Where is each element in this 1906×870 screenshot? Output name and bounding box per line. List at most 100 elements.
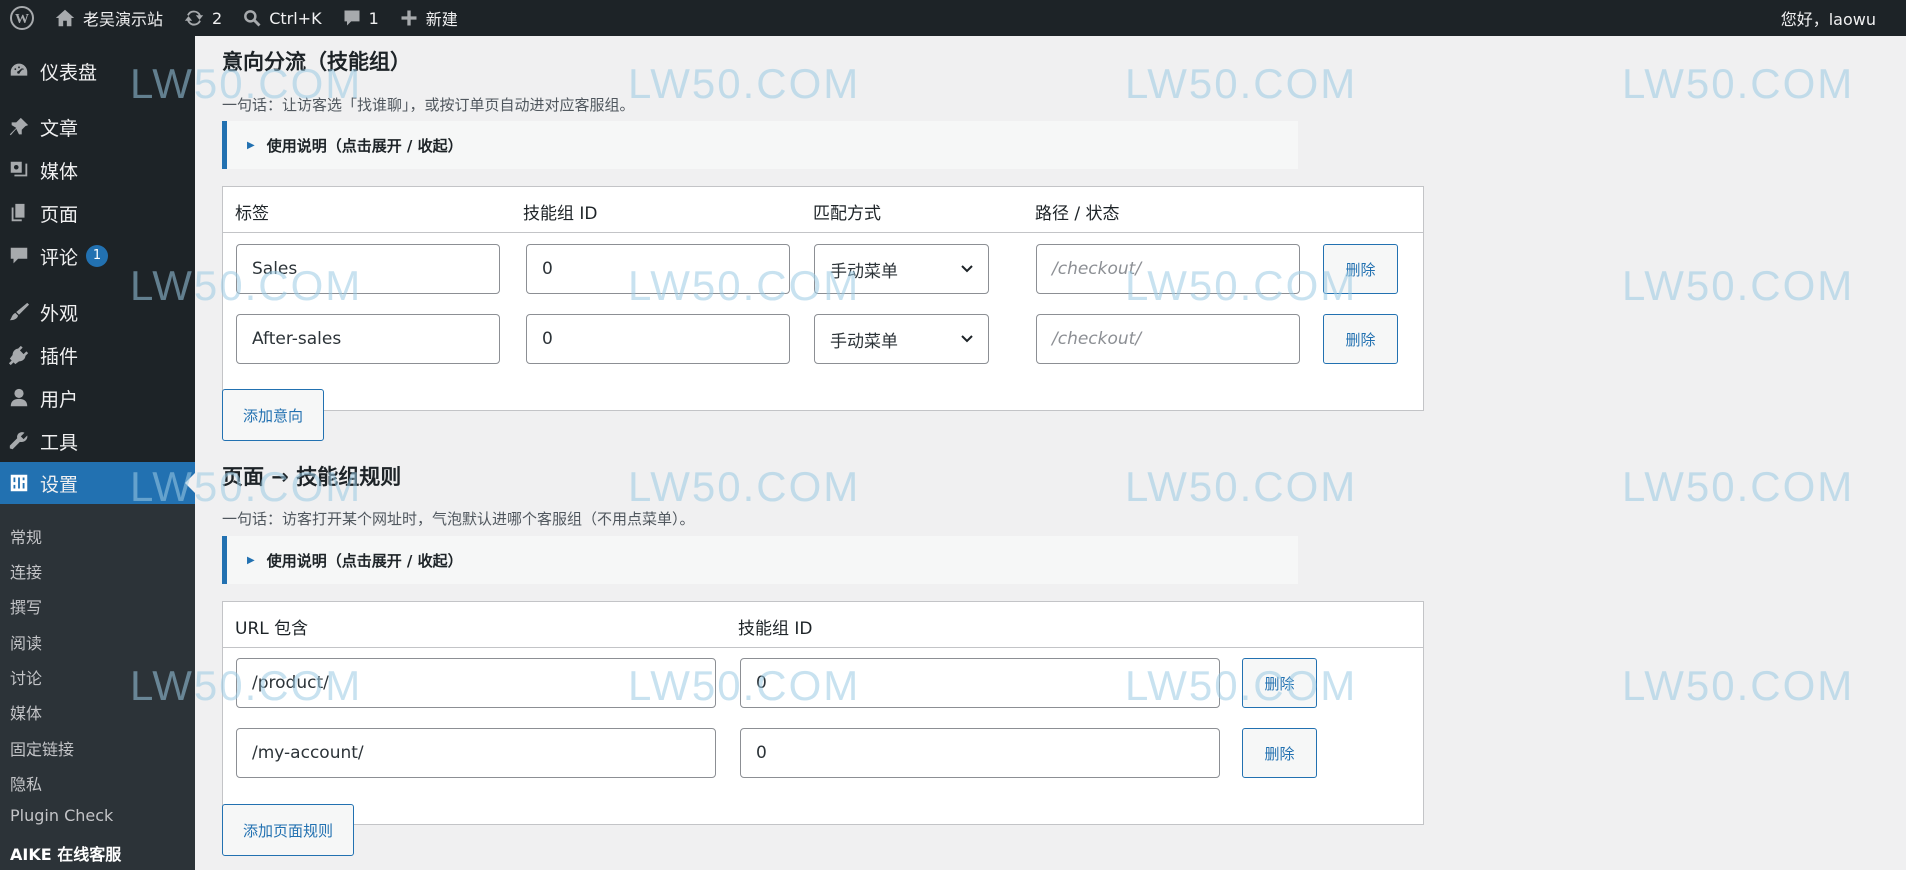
search-icon bbox=[244, 10, 261, 27]
home-icon bbox=[55, 9, 75, 27]
url-contains-input[interactable]: /product/ bbox=[236, 658, 716, 708]
comment-icon bbox=[10, 247, 28, 264]
usage-toggle-label: 使用说明（点击展开 / 收起） bbox=[266, 136, 463, 155]
page-rules-section-description: 一句话：访客打开某个网址时，气泡默认进哪个客服组（不用点菜单）。 bbox=[222, 510, 695, 528]
site-name-link[interactable]: 老吴演示站 bbox=[44, 0, 173, 36]
intent-label-input[interactable]: Sales bbox=[236, 244, 500, 294]
intent-path-input[interactable]: /checkout/ bbox=[1036, 244, 1300, 294]
settings-icon bbox=[10, 474, 28, 492]
chevron-down-icon bbox=[961, 335, 973, 343]
submenu-item-connection[interactable]: 连接 bbox=[10, 559, 42, 583]
dashboard-icon bbox=[10, 63, 28, 76]
page-rules-table: URL 包含 技能组 ID /product/ 0 删除 /my-account… bbox=[222, 601, 1424, 825]
intent-section-title: 意向分流（技能组） bbox=[222, 50, 411, 74]
table-header: URL 包含 技能组 ID bbox=[223, 602, 1423, 648]
comments-badge: 1 bbox=[86, 245, 109, 267]
menu-item-media[interactable]: 媒体 bbox=[0, 149, 195, 191]
watermark: LW50.COM bbox=[1622, 463, 1855, 510]
intent-match-select[interactable]: 手动菜单 bbox=[814, 244, 989, 294]
menu-item-appearance[interactable]: 外观 bbox=[0, 291, 195, 333]
plugin-icon bbox=[8, 345, 29, 366]
brush-icon bbox=[9, 302, 30, 321]
intent-table: 标签 技能组 ID 匹配方式 路径 / 状态 Sales 0 手动菜单 /che… bbox=[222, 186, 1424, 411]
menu-item-posts[interactable]: 文章 bbox=[0, 106, 195, 148]
table-header: 标签 技能组 ID 匹配方式 路径 / 状态 bbox=[223, 187, 1423, 233]
menu-item-users[interactable]: 用户 bbox=[0, 377, 195, 419]
user-icon bbox=[10, 388, 28, 407]
submenu-item-aike-chat[interactable]: AIKE 在线客服 bbox=[10, 841, 121, 865]
add-intent-button[interactable]: 添加意向 bbox=[222, 389, 325, 441]
watermark: LW50.COM bbox=[1622, 262, 1855, 309]
search-button[interactable]: Ctrl+K bbox=[232, 0, 331, 36]
disclosure-triangle-icon: ▶ bbox=[247, 554, 255, 566]
menu-item-tools[interactable]: 工具 bbox=[0, 420, 195, 462]
wrench-icon bbox=[9, 432, 28, 450]
account-menu[interactable]: 您好，laowu bbox=[1771, 0, 1906, 36]
usage-toggle-label: 使用说明（点击展开 / 收起） bbox=[266, 551, 463, 570]
delete-button[interactable]: 删除 bbox=[1242, 728, 1317, 778]
watermark: LW50.COM bbox=[1622, 662, 1855, 709]
menu-label: 页面 bbox=[40, 203, 79, 226]
comments-link[interactable]: 1 bbox=[332, 0, 389, 36]
menu-item-comments[interactable]: 评论 1 bbox=[0, 235, 195, 277]
menu-item-pages[interactable]: 页面 bbox=[0, 192, 195, 234]
column-header-group-id: 技能组 ID bbox=[523, 204, 598, 224]
menu-label: 插件 bbox=[40, 345, 79, 368]
comment-icon bbox=[344, 10, 360, 26]
watermark: LW50.COM bbox=[1125, 463, 1358, 510]
watermark: LW50.COM bbox=[628, 60, 861, 107]
page-rule-group-id-input[interactable]: 0 bbox=[740, 658, 1220, 708]
delete-button[interactable]: 删除 bbox=[1323, 244, 1398, 294]
pin-icon bbox=[9, 117, 29, 136]
delete-button[interactable]: 删除 bbox=[1242, 658, 1317, 708]
greeting: 您好，laowu bbox=[1780, 10, 1876, 29]
intent-match-select[interactable]: 手动菜单 bbox=[814, 314, 989, 364]
column-header-path: 路径 / 状态 bbox=[1035, 204, 1120, 224]
menu-item-settings[interactable]: 设置 bbox=[0, 462, 195, 504]
new-label: 新建 bbox=[425, 10, 458, 29]
add-page-rule-button[interactable]: 添加页面规则 bbox=[222, 804, 355, 856]
submenu-item-writing[interactable]: 撰写 bbox=[10, 594, 42, 618]
menu-item-plugins[interactable]: 插件 bbox=[0, 334, 195, 376]
menu-label: 外观 bbox=[40, 302, 79, 325]
admin-sidebar: 仪表盘 文章 媒体 页面 评论 1 外观 插件 用户 工具 设置 常规 连接 撰… bbox=[0, 36, 195, 870]
submenu-item-reading[interactable]: 阅读 bbox=[10, 630, 42, 654]
column-header-group-id: 技能组 ID bbox=[738, 619, 813, 639]
submenu-item-discussion[interactable]: 讨论 bbox=[10, 665, 42, 689]
search-shortcut: Ctrl+K bbox=[269, 8, 322, 28]
page-rule-group-id-input[interactable]: 0 bbox=[740, 728, 1220, 778]
submenu-item-permalinks[interactable]: 固定链接 bbox=[10, 736, 74, 760]
intent-path-input[interactable]: /checkout/ bbox=[1036, 314, 1300, 364]
updates-link[interactable]: 2 bbox=[173, 0, 232, 36]
watermark: LW50.COM bbox=[1622, 60, 1855, 107]
intent-group-id-input[interactable]: 0 bbox=[526, 314, 790, 364]
menu-label: 设置 bbox=[40, 473, 79, 496]
menu-label: 文章 bbox=[40, 117, 79, 140]
comments-count: 1 bbox=[368, 8, 379, 28]
menu-label: 工具 bbox=[40, 431, 79, 454]
menu-label: 仪表盘 bbox=[40, 61, 98, 84]
svg-text:W: W bbox=[15, 12, 29, 27]
select-value: 手动菜单 bbox=[830, 331, 898, 352]
page-rules-section-title: 页面 → 技能组规则 bbox=[222, 465, 402, 489]
disclosure-triangle-icon: ▶ bbox=[247, 139, 255, 151]
menu-item-dashboard[interactable]: 仪表盘 bbox=[0, 50, 195, 92]
wordpress-logo-button[interactable]: W bbox=[0, 0, 44, 36]
active-indicator bbox=[185, 473, 195, 493]
intent-usage-toggle[interactable]: ▶ 使用说明（点击展开 / 收起） bbox=[222, 121, 1298, 169]
plus-icon bbox=[401, 10, 417, 26]
column-header-match: 匹配方式 bbox=[813, 204, 881, 224]
submenu-item-privacy[interactable]: 隐私 bbox=[10, 771, 42, 795]
submenu-item-plugin-check[interactable]: Plugin Check bbox=[10, 806, 113, 825]
refresh-icon bbox=[184, 10, 204, 26]
menu-label: 用户 bbox=[40, 388, 79, 411]
column-header-url: URL 包含 bbox=[235, 619, 309, 639]
submenu-item-general[interactable]: 常规 bbox=[10, 524, 42, 548]
submenu-item-media[interactable]: 媒体 bbox=[10, 700, 42, 724]
delete-button[interactable]: 删除 bbox=[1323, 314, 1398, 364]
url-contains-input[interactable]: /my-account/ bbox=[236, 728, 716, 778]
new-content-link[interactable]: 新建 bbox=[389, 0, 468, 36]
intent-label-input[interactable]: After-sales bbox=[236, 314, 500, 364]
intent-group-id-input[interactable]: 0 bbox=[526, 244, 790, 294]
page-rules-usage-toggle[interactable]: ▶ 使用说明（点击展开 / 收起） bbox=[222, 536, 1298, 584]
